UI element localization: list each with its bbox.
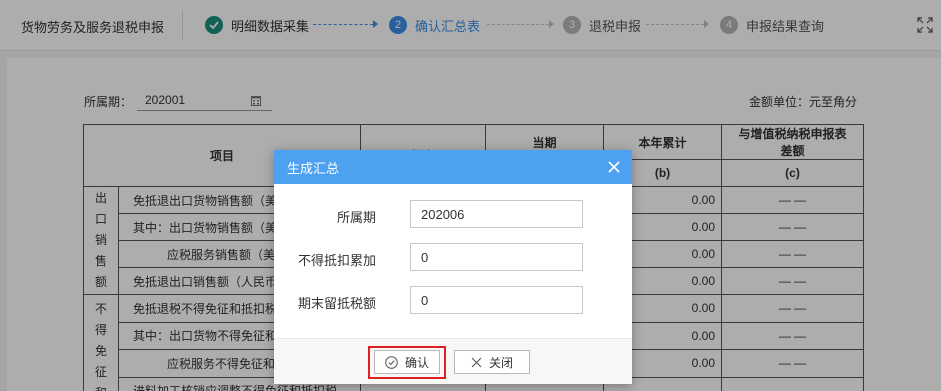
ending-credit-field[interactable] [410,286,583,314]
confirm-button[interactable]: 确认 [374,350,440,374]
close-icon[interactable] [607,160,621,174]
form-row-non-deductible: 不得抵扣累加 [274,243,632,271]
non-deductible-label: 不得抵扣累加 [297,253,376,268]
non-deductible-field[interactable] [410,243,583,271]
ending-credit-label: 期末留抵税额 [297,296,376,311]
x-icon [471,357,482,367]
form-row-ending-credit: 期末留抵税额 [274,286,632,314]
period-field-label: 所属期 [336,210,376,225]
form-row-period: 所属期 [274,200,632,228]
dialog-footer: 确认 关闭 [274,338,632,384]
period-field[interactable] [410,200,583,228]
close-label: 关闭 [488,355,513,370]
generate-summary-dialog: 生成汇总 所属期 不得抵扣累加 期末留抵税额 确认 关闭 [274,150,632,384]
close-button[interactable]: 关闭 [454,350,530,374]
dialog-title: 生成汇总 [287,160,340,176]
dialog-header: 生成汇总 [274,150,632,184]
check-circle-icon [385,355,398,369]
confirm-label: 确认 [404,355,429,370]
